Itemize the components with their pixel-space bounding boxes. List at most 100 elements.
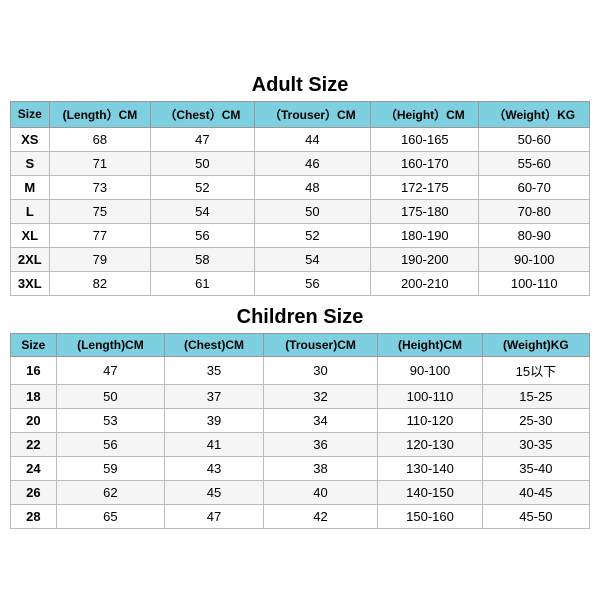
table-cell: 32: [263, 384, 377, 408]
table-cell: 24: [11, 456, 57, 480]
table-cell: 52: [151, 175, 254, 199]
table-cell: 130-140: [378, 456, 483, 480]
children-size-table: Size(Length)CM(Chest)CM(Trouser)CM(Heigh…: [10, 333, 590, 529]
table-cell: 40-45: [482, 480, 589, 504]
table-cell: 47: [151, 127, 254, 151]
table-cell: 47: [165, 504, 264, 528]
adult-table-header: Size(Length）CM（Chest）CM（Trouser）CM（Heigh…: [11, 101, 590, 127]
table-cell: 56: [254, 271, 371, 295]
table-cell: 120-130: [378, 432, 483, 456]
table-cell: 47: [56, 356, 164, 384]
table-cell: 18: [11, 384, 57, 408]
adult-header-cell: (Length）CM: [49, 101, 151, 127]
table-cell: 30: [263, 356, 377, 384]
table-cell: 36: [263, 432, 377, 456]
table-cell: 200-210: [371, 271, 479, 295]
table-cell: 26: [11, 480, 57, 504]
table-cell: 35: [165, 356, 264, 384]
table-cell: 52: [254, 223, 371, 247]
table-cell: 50: [254, 199, 371, 223]
table-cell: 75: [49, 199, 151, 223]
table-cell: 35-40: [482, 456, 589, 480]
table-cell: 54: [254, 247, 371, 271]
table-cell: 50-60: [479, 127, 590, 151]
table-cell: 65: [56, 504, 164, 528]
adult-header-cell: （Trouser）CM: [254, 101, 371, 127]
table-row: 26624540140-15040-45: [11, 480, 590, 504]
table-cell: 39: [165, 408, 264, 432]
table-cell: 34: [263, 408, 377, 432]
children-header-cell: (Trouser)CM: [263, 333, 377, 356]
table-cell: 172-175: [371, 175, 479, 199]
table-cell: 60-70: [479, 175, 590, 199]
table-cell: XL: [11, 223, 50, 247]
table-cell: 59: [56, 456, 164, 480]
table-cell: 56: [151, 223, 254, 247]
adult-table-body: XS684744160-16550-60S715046160-17055-60M…: [11, 127, 590, 295]
table-cell: M: [11, 175, 50, 199]
table-cell: 175-180: [371, 199, 479, 223]
table-cell: 54: [151, 199, 254, 223]
table-cell: 80-90: [479, 223, 590, 247]
table-cell: 45: [165, 480, 264, 504]
table-cell: 41: [165, 432, 264, 456]
table-cell: 20: [11, 408, 57, 432]
table-cell: 45-50: [482, 504, 589, 528]
table-cell: 37: [165, 384, 264, 408]
table-cell: 160-165: [371, 127, 479, 151]
table-cell: 15-25: [482, 384, 589, 408]
children-header-cell: Size: [11, 333, 57, 356]
table-row: 20533934110-12025-30: [11, 408, 590, 432]
table-row: 22564136120-13030-35: [11, 432, 590, 456]
table-cell: 55-60: [479, 151, 590, 175]
table-cell: 71: [49, 151, 151, 175]
table-cell: 140-150: [378, 480, 483, 504]
table-cell: 42: [263, 504, 377, 528]
table-cell: S: [11, 151, 50, 175]
table-cell: 190-200: [371, 247, 479, 271]
adult-size-title: Adult Size: [10, 68, 590, 101]
table-cell: 44: [254, 127, 371, 151]
adult-header-cell: Size: [11, 101, 50, 127]
table-cell: 58: [151, 247, 254, 271]
table-row: S715046160-17055-60: [11, 151, 590, 175]
children-header-cell: (Height)CM: [378, 333, 483, 356]
table-cell: 30-35: [482, 432, 589, 456]
table-row: 1647353090-10015以下: [11, 356, 590, 384]
adult-size-table: Size(Length）CM（Chest）CM（Trouser）CM（Heigh…: [10, 101, 590, 296]
children-table-body: 1647353090-10015以下18503732100-11015-2520…: [11, 356, 590, 528]
table-cell: 100-110: [378, 384, 483, 408]
table-row: XS684744160-16550-60: [11, 127, 590, 151]
adult-header-cell: （Chest）CM: [151, 101, 254, 127]
table-row: 24594338130-14035-40: [11, 456, 590, 480]
table-cell: 48: [254, 175, 371, 199]
adult-header-cell: （Weight）KG: [479, 101, 590, 127]
size-chart-container: Adult Size Size(Length）CM（Chest）CM（Trous…: [10, 68, 590, 533]
table-cell: 16: [11, 356, 57, 384]
table-cell: 43: [165, 456, 264, 480]
table-row: L755450175-18070-80: [11, 199, 590, 223]
children-table-header: Size(Length)CM(Chest)CM(Trouser)CM(Heigh…: [11, 333, 590, 356]
table-cell: 110-120: [378, 408, 483, 432]
table-cell: 61: [151, 271, 254, 295]
table-cell: 40: [263, 480, 377, 504]
table-cell: 160-170: [371, 151, 479, 175]
table-cell: 180-190: [371, 223, 479, 247]
table-cell: 46: [254, 151, 371, 175]
table-row: XL775652180-19080-90: [11, 223, 590, 247]
children-header-cell: (Weight)KG: [482, 333, 589, 356]
adult-header-cell: （Height）CM: [371, 101, 479, 127]
table-cell: L: [11, 199, 50, 223]
table-cell: 38: [263, 456, 377, 480]
table-cell: 90-100: [378, 356, 483, 384]
table-cell: 50: [151, 151, 254, 175]
table-cell: 50: [56, 384, 164, 408]
table-cell: 53: [56, 408, 164, 432]
table-cell: 70-80: [479, 199, 590, 223]
table-cell: 90-100: [479, 247, 590, 271]
table-cell: 28: [11, 504, 57, 528]
table-cell: 73: [49, 175, 151, 199]
children-header-cell: (Length)CM: [56, 333, 164, 356]
table-cell: 3XL: [11, 271, 50, 295]
table-cell: XS: [11, 127, 50, 151]
